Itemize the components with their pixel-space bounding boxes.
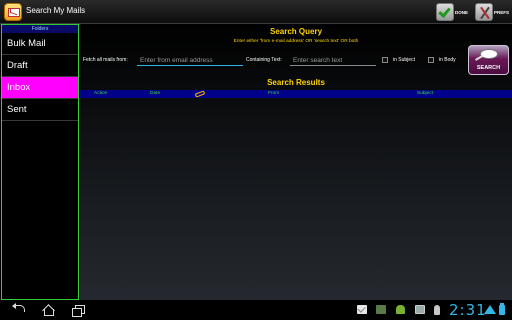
from-label: Fetch all mails from:: [83, 57, 128, 63]
folder-item-inbox[interactable]: Inbox: [2, 77, 78, 99]
search-query-hint: Enter either 'from e-mail address' OR 's…: [233, 39, 359, 44]
containing-text-label: Containing Text:: [246, 57, 282, 63]
search-text-input[interactable]: [290, 55, 376, 66]
magnifier-handle: [475, 55, 483, 61]
column-date[interactable]: Date: [150, 91, 160, 96]
folders-header: Folders: [2, 25, 78, 33]
column-subject[interactable]: Subject: [417, 91, 433, 96]
folder-item-sent[interactable]: Sent: [2, 99, 78, 121]
main-panel: Search Query Enter either 'from e-mail a…: [80, 24, 512, 300]
tools-icon: [475, 3, 493, 21]
app-title: Search My Mails: [26, 6, 86, 15]
folders-sidebar: Folders Bulk Mail Draft Inbox Sent: [1, 24, 79, 300]
wifi-icon: [484, 305, 496, 314]
column-from[interactable]: From: [268, 91, 279, 96]
home-icon[interactable]: [42, 305, 54, 316]
search-query-title: Search Query: [269, 27, 323, 36]
gmail-notification-icon[interactable]: [357, 305, 367, 314]
prefs-label: PREFS: [494, 9, 510, 15]
magnifier-icon: [480, 49, 498, 59]
results-table-header: Action Date From Subject: [80, 90, 512, 98]
status-clock[interactable]: 2:31: [449, 301, 487, 319]
screenshot-notification-icon[interactable]: [415, 305, 425, 314]
paperclip-icon: [194, 90, 206, 98]
search-results-title: Search Results: [267, 78, 325, 87]
done-button[interactable]: DONE: [436, 2, 468, 22]
checkmark-icon: [436, 3, 454, 21]
action-bar: Search My Mails DONE PREFS: [0, 0, 512, 24]
in-subject-checkbox[interactable]: [382, 57, 388, 63]
search-button[interactable]: SEARCH: [468, 45, 509, 75]
app-mail-icon: [4, 3, 22, 21]
android-notification-icon[interactable]: [396, 305, 405, 314]
in-subject-label: in Subject: [393, 57, 415, 63]
back-icon[interactable]: [12, 303, 26, 315]
from-email-input[interactable]: [137, 55, 243, 66]
column-attachment[interactable]: [194, 90, 206, 98]
search-button-label: SEARCH: [476, 65, 501, 71]
battery-icon: [499, 303, 505, 315]
prefs-button[interactable]: PREFS: [475, 2, 509, 22]
folder-item-draft[interactable]: Draft: [2, 55, 78, 77]
pin-notification-icon[interactable]: [434, 305, 440, 315]
book-notification-icon[interactable]: [376, 305, 386, 314]
in-body-label: in Body: [439, 57, 456, 63]
done-label: DONE: [455, 9, 469, 15]
folder-item-bulk-mail[interactable]: Bulk Mail: [2, 33, 78, 55]
in-body-checkbox[interactable]: [428, 57, 434, 63]
recent-apps-icon[interactable]: [72, 305, 85, 317]
column-action[interactable]: Action: [94, 91, 107, 96]
